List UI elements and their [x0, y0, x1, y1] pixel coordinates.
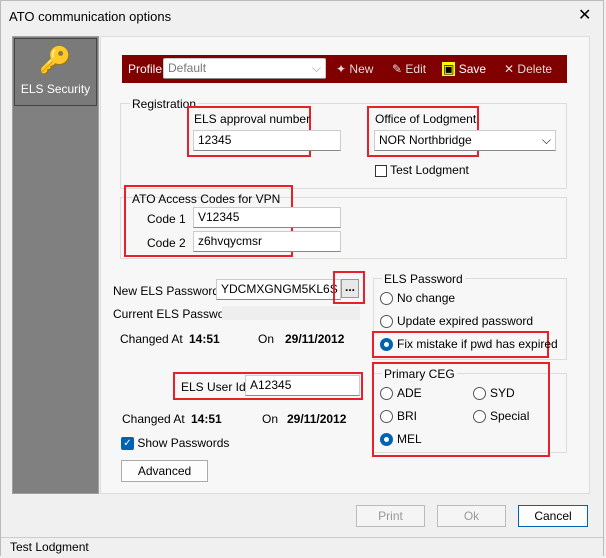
show-passwords-checkbox[interactable]: ✓ Show Passwords	[121, 436, 230, 451]
delete-button[interactable]: ✕ Delete	[504, 62, 552, 76]
radio-label: Update expired password	[397, 314, 534, 328]
delete-label: Delete	[517, 62, 553, 76]
changed-at-value: 14:51	[189, 332, 220, 346]
new-password-label: New ELS Password	[113, 284, 220, 298]
radio-special[interactable]: Special	[473, 409, 530, 424]
approval-value: 12345	[198, 133, 232, 147]
status-text: Test Lodgment	[10, 540, 89, 554]
edit-icon: ✎	[392, 62, 403, 76]
new-icon: ✦	[336, 62, 347, 76]
code1-input[interactable]: V12345	[193, 207, 341, 228]
radio-label: Special	[490, 409, 530, 423]
checkmark-icon: ✓	[121, 437, 134, 451]
radio-label: No change	[397, 291, 456, 305]
generate-password-button[interactable]: ...	[341, 279, 359, 298]
radio-label: SYD	[490, 386, 515, 400]
profile-select[interactable]: Default ⌵	[163, 58, 326, 79]
radio-icon	[473, 387, 486, 401]
ok-button[interactable]: Ok	[437, 505, 506, 527]
edit-label: Edit	[405, 62, 427, 76]
chevron-down-icon: ⌵	[541, 133, 551, 147]
user-on-value: 29/11/2012	[287, 412, 347, 426]
new-password-value: YDCMXGNGM5KL6S	[221, 282, 338, 296]
sidebar-item-els-security[interactable]: 🔑 ELS Security	[14, 38, 97, 106]
new-button[interactable]: ✦ New	[336, 62, 373, 76]
radio-bri[interactable]: BRI	[380, 409, 418, 424]
radio-icon	[380, 387, 393, 401]
profile-label: Profile	[128, 62, 163, 76]
profile-toolbar: Profile Default ⌵ ✦ New ✎ Edit ▣ Save ✕ D…	[122, 55, 567, 83]
key-document-icon: 🔑	[39, 45, 72, 75]
radio-label: ADE	[397, 386, 422, 400]
new-label: New	[349, 62, 374, 76]
radio-ade[interactable]: ADE	[380, 386, 422, 401]
show-passwords-label: Show Passwords	[137, 436, 230, 450]
code2-input[interactable]: z6hvqycmsr	[193, 231, 341, 252]
radio-icon	[473, 410, 486, 424]
user-changed-at-value: 14:51	[191, 412, 222, 426]
window-title: ATO communication options	[9, 9, 172, 24]
ceg-label: Primary CEG	[382, 367, 457, 381]
code2-value: z6hvqycmsr	[198, 234, 263, 248]
code2-label: Code 2	[147, 236, 186, 250]
radio-syd[interactable]: SYD	[473, 386, 515, 401]
office-value: NOR Northbridge	[379, 133, 472, 147]
radio-update-expired[interactable]: Update expired password	[380, 314, 534, 329]
current-password-field	[222, 306, 360, 320]
user-on-label: On	[262, 412, 279, 426]
profile-value: Default	[168, 61, 207, 75]
advanced-button[interactable]: Advanced	[121, 460, 208, 482]
test-lodgment-label: Test Lodgment	[390, 163, 469, 177]
checkbox-icon	[375, 164, 387, 177]
radio-icon	[380, 315, 393, 329]
current-password-label: Current ELS Password	[113, 307, 236, 321]
chevron-down-icon: ⌵	[311, 61, 321, 75]
radio-selected-icon	[380, 433, 393, 447]
on-value: 29/11/2012	[285, 332, 345, 346]
office-select[interactable]: NOR Northbridge ⌵	[374, 130, 556, 151]
els-password-group-label: ELS Password	[382, 272, 465, 286]
changed-at-label: Changed At	[120, 332, 183, 346]
radio-label: MEL	[397, 432, 422, 446]
save-button[interactable]: ▣ Save	[442, 62, 486, 76]
print-button[interactable]: Print	[356, 505, 425, 527]
status-bar: Test Lodgment	[1, 537, 603, 556]
save-icon: ▣	[442, 62, 456, 76]
radio-icon	[380, 410, 393, 424]
office-label: Office of Lodgment	[375, 112, 477, 126]
sidebar-item-label: ELS Security	[20, 82, 91, 96]
on-label: On	[258, 332, 275, 346]
new-password-input[interactable]: YDCMXGNGM5KL6S	[216, 279, 341, 300]
radio-label: BRI	[397, 409, 418, 423]
radio-label: Fix mistake if pwd has expired	[397, 337, 558, 351]
approval-number-input[interactable]: 12345	[193, 130, 341, 151]
user-changed-at-label: Changed At	[122, 412, 185, 426]
radio-selected-icon	[380, 338, 393, 352]
radio-no-change[interactable]: No change	[380, 291, 456, 306]
radio-fix-mistake[interactable]: Fix mistake if pwd has expired	[380, 337, 558, 352]
user-id-label: ELS User Id	[181, 380, 246, 394]
vpn-label: ATO Access Codes for VPN	[132, 192, 281, 206]
test-lodgment-checkbox[interactable]: Test Lodgment	[375, 163, 469, 177]
delete-icon: ✕	[504, 62, 515, 76]
cancel-button[interactable]: Cancel	[518, 505, 588, 527]
user-id-value: A12345	[250, 378, 292, 392]
save-label: Save	[458, 62, 487, 76]
edit-button[interactable]: ✎ Edit	[392, 62, 426, 76]
approval-label: ELS approval number	[194, 112, 311, 126]
radio-icon	[380, 292, 393, 306]
radio-mel[interactable]: MEL	[380, 432, 422, 447]
close-icon[interactable]: ✕	[578, 5, 591, 25]
code1-value: V12345	[198, 210, 240, 224]
code1-label: Code 1	[147, 212, 186, 226]
user-id-input[interactable]: A12345	[245, 375, 360, 396]
